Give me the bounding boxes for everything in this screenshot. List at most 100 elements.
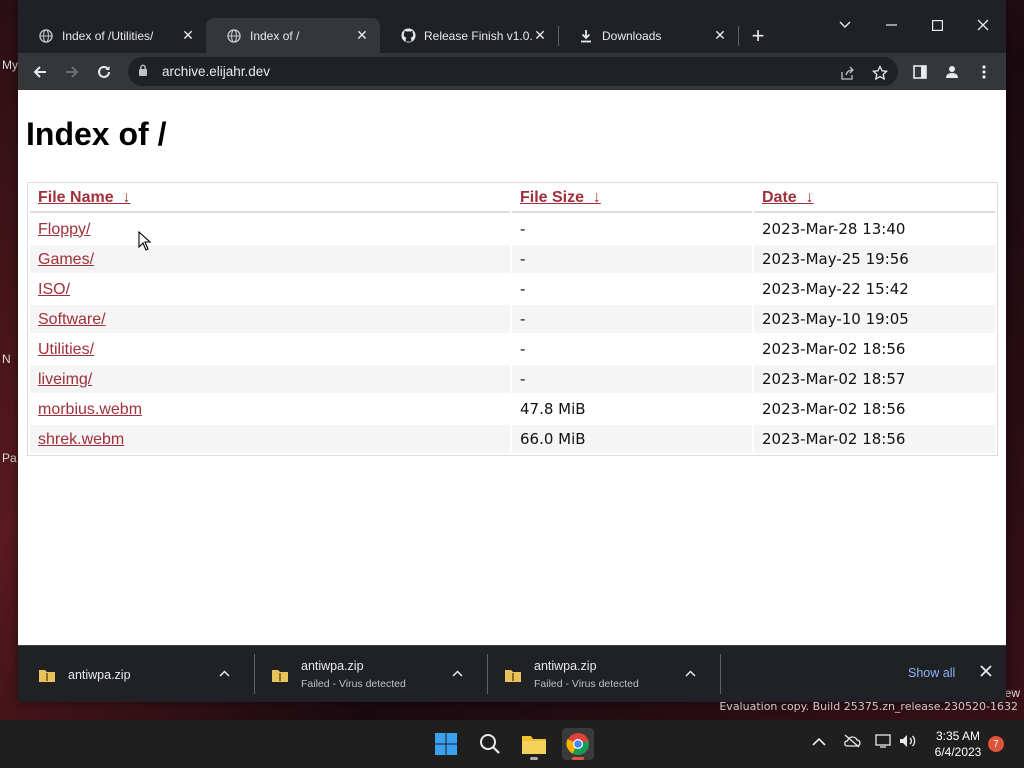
- download-filename: antiwpa.zip: [68, 667, 131, 682]
- back-button[interactable]: [27, 59, 53, 85]
- chrome-button[interactable]: [562, 728, 594, 760]
- side-panel-icon[interactable]: [907, 59, 933, 85]
- search-button[interactable]: [474, 728, 506, 760]
- close-icon[interactable]: ✕: [180, 27, 196, 44]
- download-filename: antiwpa.zip: [301, 659, 364, 673]
- table-row: Software/ - 2023-May-10 19:05: [30, 305, 995, 333]
- tab-downloads[interactable]: Downloads ✕: [558, 18, 738, 53]
- column-header-file-size: File Size ↓: [512, 185, 752, 213]
- browser-window: Index of /Utilities/ ✕ Index of / ✕ Rele…: [18, 0, 1006, 702]
- zip-folder-icon: [505, 669, 521, 682]
- table-row: ISO/ - 2023-May-22 15:42: [30, 275, 995, 303]
- file-date: 2023-May-10 19:05: [754, 305, 995, 333]
- chevron-up-icon[interactable]: [812, 734, 826, 750]
- bookmark-star-icon[interactable]: [870, 63, 890, 83]
- file-link[interactable]: liveimg/: [38, 371, 92, 388]
- desktop-icon-label: ew: [1004, 686, 1020, 700]
- desktop-icon-label: N: [2, 352, 11, 366]
- cloud-offline-icon[interactable]: [843, 734, 861, 751]
- download-status: Failed - Virus detected: [534, 678, 639, 690]
- address-bar[interactable]: archive.elijahr.dev: [128, 57, 898, 86]
- tab-title: Release Finish v1.0.0: [424, 28, 532, 43]
- url-text[interactable]: archive.elijahr.dev: [162, 64, 270, 79]
- table-row: Floppy/ - 2023-Mar-28 13:40: [30, 215, 995, 243]
- chevron-up-icon[interactable]: [219, 666, 230, 680]
- profile-icon[interactable]: [939, 59, 965, 85]
- folder-icon: [522, 736, 546, 754]
- lock-icon[interactable]: [138, 64, 152, 79]
- file-date: 2023-May-25 19:56: [754, 245, 995, 273]
- file-date: 2023-Mar-02 18:57: [754, 365, 995, 393]
- globe-icon: [38, 28, 54, 44]
- network-icon[interactable]: [875, 734, 893, 751]
- windows-icon: [435, 733, 457, 755]
- file-size: 66.0 MiB: [512, 425, 752, 453]
- download-item[interactable]: antiwpa.zip Failed - Virus detected: [251, 646, 481, 703]
- file-link[interactable]: Utilities/: [38, 341, 94, 358]
- new-tab-button[interactable]: +: [746, 23, 770, 48]
- tab-separator: [558, 26, 559, 46]
- table-row: Games/ - 2023-May-25 19:56: [30, 245, 995, 273]
- zip-folder-icon: [272, 669, 288, 682]
- chevron-up-icon[interactable]: [685, 666, 696, 680]
- file-link[interactable]: ISO/: [38, 281, 70, 298]
- mouse-cursor-icon: [138, 231, 152, 251]
- close-icon[interactable]: ✕: [712, 27, 728, 44]
- start-button[interactable]: [430, 728, 462, 760]
- close-icon[interactable]: ✕: [532, 27, 548, 44]
- tab-release-finish[interactable]: Release Finish v1.0.0 ✕: [380, 18, 558, 53]
- notification-badge[interactable]: 7: [988, 736, 1004, 752]
- share-icon[interactable]: [838, 63, 858, 83]
- download-shelf: antiwpa.zip antiwpa.zip Failed - Virus d…: [18, 645, 1006, 702]
- file-size: -: [512, 215, 752, 243]
- tab-title: Downloads: [602, 28, 662, 43]
- tab-search-icon[interactable]: [830, 10, 860, 40]
- download-item[interactable]: antiwpa.zip Failed - Virus detected: [484, 646, 714, 703]
- zip-folder-icon: [39, 669, 55, 682]
- sort-by-size-link[interactable]: File Size ↓: [520, 189, 601, 206]
- system-clock[interactable]: 3:35 AM 6/4/2023: [930, 728, 986, 760]
- active-indicator: [572, 757, 584, 760]
- close-icon[interactable]: ✕: [354, 27, 370, 44]
- running-indicator: [530, 757, 538, 760]
- table-row: shrek.webm 66.0 MiB 2023-Mar-02 18:56: [30, 425, 995, 453]
- file-size: -: [512, 335, 752, 363]
- file-link[interactable]: shrek.webm: [38, 431, 124, 448]
- download-item[interactable]: antiwpa.zip: [18, 646, 248, 703]
- sort-by-name-link[interactable]: File Name ↓: [38, 189, 130, 206]
- menu-kebab-icon[interactable]: [971, 59, 997, 85]
- file-explorer-button[interactable]: [518, 728, 550, 760]
- table-row: liveimg/ - 2023-Mar-02 18:57: [30, 365, 995, 393]
- file-link[interactable]: morbius.webm: [38, 401, 142, 418]
- close-window-button[interactable]: [968, 10, 998, 40]
- file-date: 2023-Mar-28 13:40: [754, 215, 995, 243]
- volume-icon[interactable]: [899, 734, 917, 751]
- tab-strip: Index of /Utilities/ ✕ Index of / ✕ Rele…: [18, 0, 1006, 53]
- file-link[interactable]: Floppy/: [38, 221, 90, 238]
- tab-index-utilities[interactable]: Index of /Utilities/ ✕: [18, 18, 206, 53]
- close-icon[interactable]: [980, 664, 992, 682]
- show-all-downloads-link[interactable]: Show all: [908, 666, 955, 680]
- sort-by-date-link[interactable]: Date ↓: [762, 189, 814, 206]
- download-icon: [578, 28, 594, 44]
- table-row: morbius.webm 47.8 MiB 2023-Mar-02 18:56: [30, 395, 995, 423]
- globe-icon: [226, 28, 242, 44]
- tab-separator: [738, 26, 739, 46]
- file-date: 2023-May-22 15:42: [754, 275, 995, 303]
- file-date: 2023-Mar-02 18:56: [754, 335, 995, 363]
- chevron-up-icon[interactable]: [452, 666, 463, 680]
- clock-date: 6/4/2023: [934, 745, 982, 759]
- tab-title: Index of /Utilities/: [62, 28, 154, 43]
- maximize-button[interactable]: [922, 10, 952, 40]
- file-link[interactable]: Software/: [38, 311, 106, 328]
- desktop-icon-label: My: [2, 58, 18, 72]
- minimize-button[interactable]: [876, 10, 906, 40]
- file-size: -: [512, 245, 752, 273]
- forward-button[interactable]: [59, 59, 85, 85]
- file-size: -: [512, 275, 752, 303]
- tab-index-root[interactable]: Index of / ✕: [206, 18, 380, 53]
- evaluation-watermark: Evaluation copy. Build 25375.zn_release.…: [719, 700, 1018, 713]
- reload-button[interactable]: [91, 59, 117, 85]
- chrome-icon: [566, 733, 589, 755]
- file-link[interactable]: Games/: [38, 251, 94, 268]
